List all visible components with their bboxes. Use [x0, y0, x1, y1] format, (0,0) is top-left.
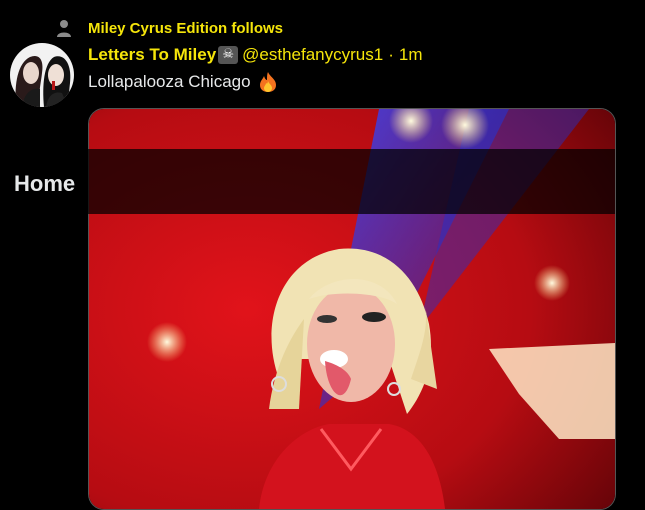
social-context-label[interactable]: Miley Cyrus Edition follows: [88, 20, 283, 37]
avatar[interactable]: [10, 43, 74, 107]
skull-and-crossbones-icon: ☠: [218, 46, 239, 64]
page-title[interactable]: Home: [14, 171, 75, 197]
fire-icon: [259, 72, 276, 92]
header-bar: [88, 149, 615, 214]
tweet-text: Lollapalooza Chicago: [88, 71, 279, 93]
person-icon: [57, 20, 71, 37]
tweet-text-content: Lollapalooza Chicago: [88, 72, 251, 91]
tweet-header: Letters To Miley ☠ @esthefanycyrus1 · 1m: [88, 44, 423, 66]
social-context: Miley Cyrus Edition follows: [56, 16, 283, 40]
separator: ·: [388, 45, 394, 64]
author-handle[interactable]: @esthefanycyrus1: [242, 45, 383, 65]
author-name[interactable]: Letters To Miley: [88, 45, 216, 65]
tweet-timestamp[interactable]: 1m: [399, 45, 423, 65]
